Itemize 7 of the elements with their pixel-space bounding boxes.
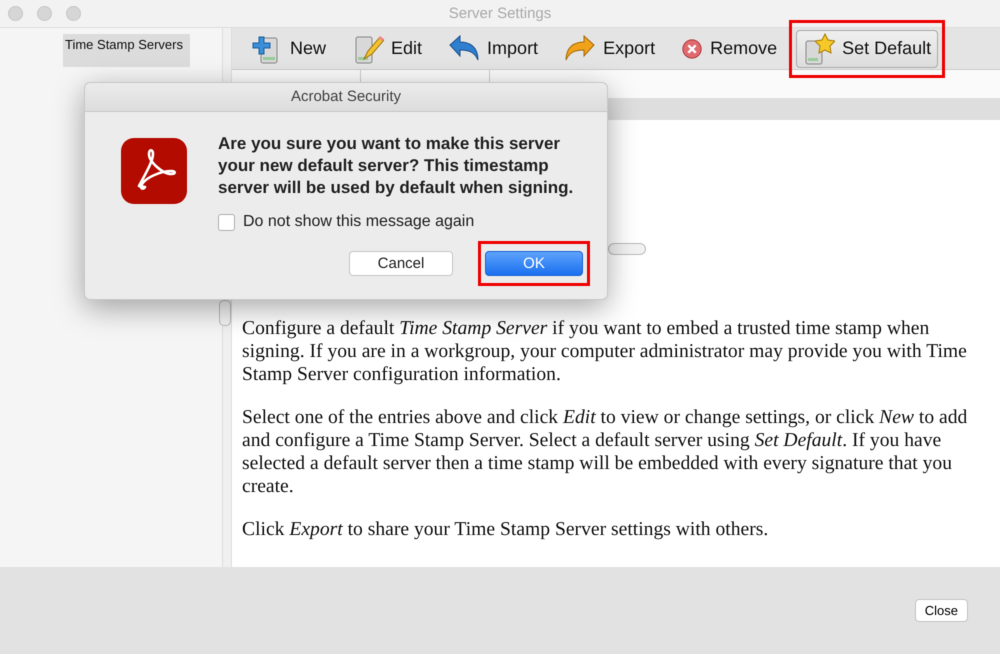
help-paragraph: Select one of the entries above and click Edit to view or change settings, or click New to add and configure a Time Stamp Server. Select a default server using Set Default. If you have selected a default server then a time stamp will be embedded with every signature that you create. bbox=[242, 406, 968, 498]
help-paragraph: Click Export to share your Time Stamp Server settings with others. bbox=[242, 518, 770, 541]
window-title: Server Settings bbox=[448, 5, 552, 22]
help-paragraph: Configure a default Time Stamp Server if you want to embed a trusted time stamp when signing. If you are in a workgroup, your computer administrator may provide you with Time Stamp Server configuration information. bbox=[242, 317, 968, 386]
checkbox-label: Do not show this message again bbox=[243, 213, 474, 231]
dialog-title: Acrobat Security bbox=[85, 83, 607, 112]
dialog-message: Are you sure you want to make this server your new default server? This timestamp server will be used by default when signing. bbox=[218, 133, 574, 199]
